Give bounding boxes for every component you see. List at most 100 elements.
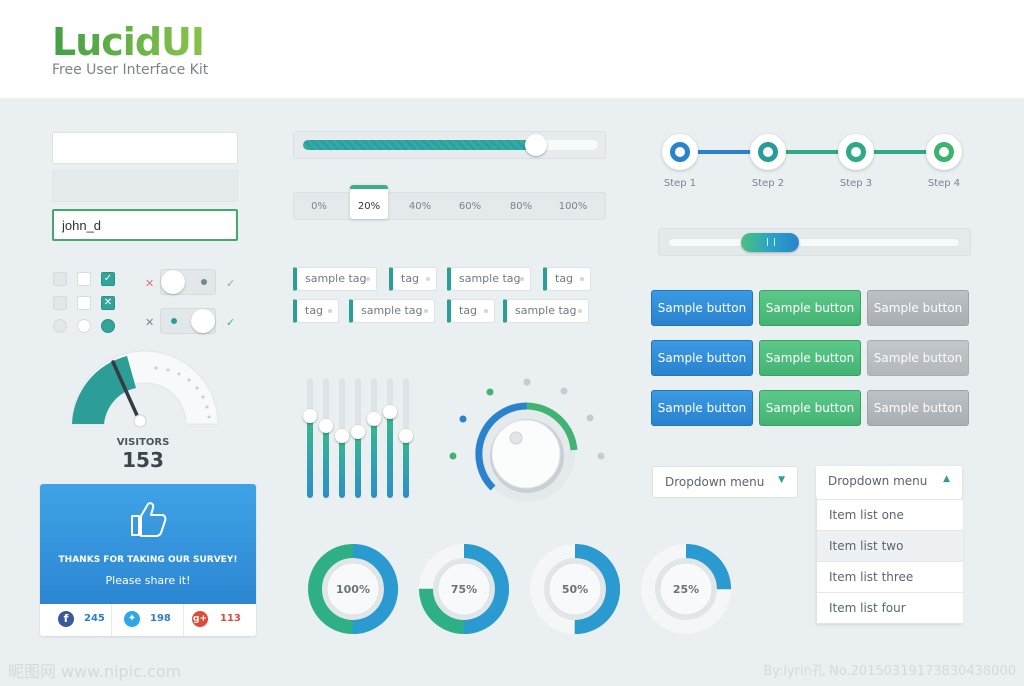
equalizer-level	[323, 426, 329, 498]
equalizer-handle[interactable]	[383, 404, 397, 419]
equalizer-level	[307, 416, 313, 498]
twitter-count: 198	[150, 613, 171, 624]
twitter-icon: ✦	[124, 611, 140, 627]
progress-handle[interactable]	[525, 134, 548, 156]
tag[interactable]: sample tag	[293, 267, 377, 291]
percent-option-selected[interactable]: 20%	[356, 201, 382, 212]
equalizer	[303, 378, 415, 498]
percent-option[interactable]: 60%	[457, 201, 483, 212]
checkbox-crossed[interactable]: ✕	[101, 296, 115, 310]
sample-button-blue-hover[interactable]: Sample button	[651, 340, 753, 376]
googleplus-count: 113	[220, 613, 241, 624]
survey-subtitle: Please share it!	[105, 574, 191, 587]
dropdown-label: Dropdown menu	[665, 475, 765, 489]
googleplus-icon: g+	[192, 611, 208, 627]
tag[interactable]: sample tag	[503, 299, 589, 323]
tag[interactable]: tag	[293, 299, 339, 323]
equalizer-handle[interactable]	[351, 425, 365, 439]
equalizer-level	[387, 411, 393, 498]
twitter-share[interactable]: ✦ 198	[112, 604, 184, 636]
step-4-node[interactable]	[926, 134, 962, 170]
tag[interactable]: sample tag	[349, 299, 435, 323]
step-1-node[interactable]	[662, 134, 698, 170]
progress-bar	[293, 131, 606, 159]
check-mark-icon: ✓	[226, 277, 236, 290]
step-wizard: Step 1 Step 2 Step 3 Step 4	[662, 133, 962, 195]
equalizer-channel[interactable]	[399, 378, 413, 498]
step-3-node[interactable]	[838, 134, 874, 170]
equalizer-channel[interactable]	[351, 378, 365, 498]
text-input-active[interactable]	[52, 209, 238, 241]
donut-label: 100%	[336, 583, 370, 596]
percent-option[interactable]: 40%	[407, 201, 433, 212]
equalizer-handle[interactable]	[303, 409, 317, 424]
sample-button-gray-hover[interactable]: Sample button	[867, 340, 969, 376]
checkbox-checked[interactable]: ✓	[101, 272, 115, 286]
toggle-indicator-icon	[171, 318, 177, 324]
survey-header: THANKS FOR TAKING OUR SURVEY! Please sha…	[40, 484, 256, 604]
equalizer-channel[interactable]	[383, 378, 397, 498]
tag[interactable]: sample tag	[447, 267, 531, 291]
sample-button-blue-active[interactable]: Sample button	[651, 390, 753, 426]
sample-button-green[interactable]: Sample button	[759, 290, 861, 326]
donut-label: 75%	[451, 583, 477, 596]
chevron-down-icon: ▼	[778, 475, 785, 485]
percent-option[interactable]: 100%	[556, 201, 590, 212]
checkbox-unchecked-2[interactable]	[77, 296, 91, 310]
facebook-share[interactable]: f 245	[40, 604, 112, 636]
equalizer-handle[interactable]	[319, 419, 333, 433]
toggle-indicator-icon	[201, 279, 207, 285]
donut-chart: 50%	[530, 544, 620, 634]
text-input-empty[interactable]	[52, 132, 238, 164]
dropdown-open-header[interactable]: Dropdown menu ▲	[816, 466, 962, 498]
sample-button-green-active[interactable]: Sample button	[759, 390, 861, 426]
equalizer-handle[interactable]	[335, 428, 349, 443]
checkbox-unchecked[interactable]	[77, 272, 91, 286]
volume-knob[interactable]	[440, 370, 615, 510]
sample-button-gray-active[interactable]: Sample button	[867, 390, 969, 426]
equalizer-channel[interactable]	[303, 378, 317, 498]
equalizer-channel[interactable]	[367, 378, 381, 498]
step-label: Step 1	[663, 178, 697, 189]
equalizer-channel[interactable]	[319, 378, 333, 498]
checkbox-disabled[interactable]	[53, 272, 67, 286]
sample-button-gray[interactable]: Sample button	[867, 290, 969, 326]
tag[interactable]: tag	[389, 267, 437, 291]
visitors-gauge	[71, 350, 219, 428]
tag[interactable]: tag	[447, 299, 495, 323]
equalizer-channel[interactable]	[335, 378, 349, 498]
googleplus-share[interactable]: g+ 113	[184, 604, 256, 636]
menu-item-hover[interactable]: Item list two	[817, 530, 963, 561]
tag[interactable]: tag	[543, 267, 591, 291]
logo: LucidUI	[52, 20, 205, 64]
toggle-on[interactable]	[160, 308, 216, 334]
dropdown-label: Dropdown menu	[828, 474, 928, 488]
dropdown-closed[interactable]: Dropdown menu ▼	[652, 466, 798, 498]
radio-selected[interactable]	[101, 319, 115, 333]
watermark-right: By:lyrin孔 No.20150319173830438000	[763, 664, 1016, 679]
percent-selector: 0% 20% 40% 60% 80% 100%	[293, 185, 606, 220]
facebook-count: 245	[84, 613, 105, 624]
equalizer-handle[interactable]	[367, 411, 381, 426]
checkbox-disabled-2[interactable]	[53, 296, 67, 310]
off-mark-icon: ✕	[145, 277, 155, 290]
donut-label: 25%	[673, 583, 699, 596]
equalizer-handle[interactable]	[399, 428, 413, 443]
percent-option[interactable]: 0%	[306, 201, 332, 212]
step-label: Step 4	[927, 178, 961, 189]
percent-option[interactable]: 80%	[508, 201, 534, 212]
range-handle[interactable]	[741, 233, 800, 252]
radio-unselected[interactable]	[77, 319, 91, 333]
toggle-off[interactable]	[160, 269, 216, 295]
menu-item[interactable]: Item list three	[817, 561, 963, 592]
range-slider	[658, 228, 971, 256]
donut-label: 50%	[562, 583, 588, 596]
sample-button-blue[interactable]: Sample button	[651, 290, 753, 326]
menu-item[interactable]: Item list four	[817, 592, 963, 623]
sample-button-green-hover[interactable]: Sample button	[759, 340, 861, 376]
menu-item[interactable]: Item list one	[817, 499, 963, 530]
gauge-label: VISITORS	[116, 437, 170, 448]
percentage-donuts: 100% 75% 50% 25%	[308, 544, 731, 634]
step-2-node[interactable]	[750, 134, 786, 170]
radio-disabled[interactable]	[53, 319, 67, 333]
